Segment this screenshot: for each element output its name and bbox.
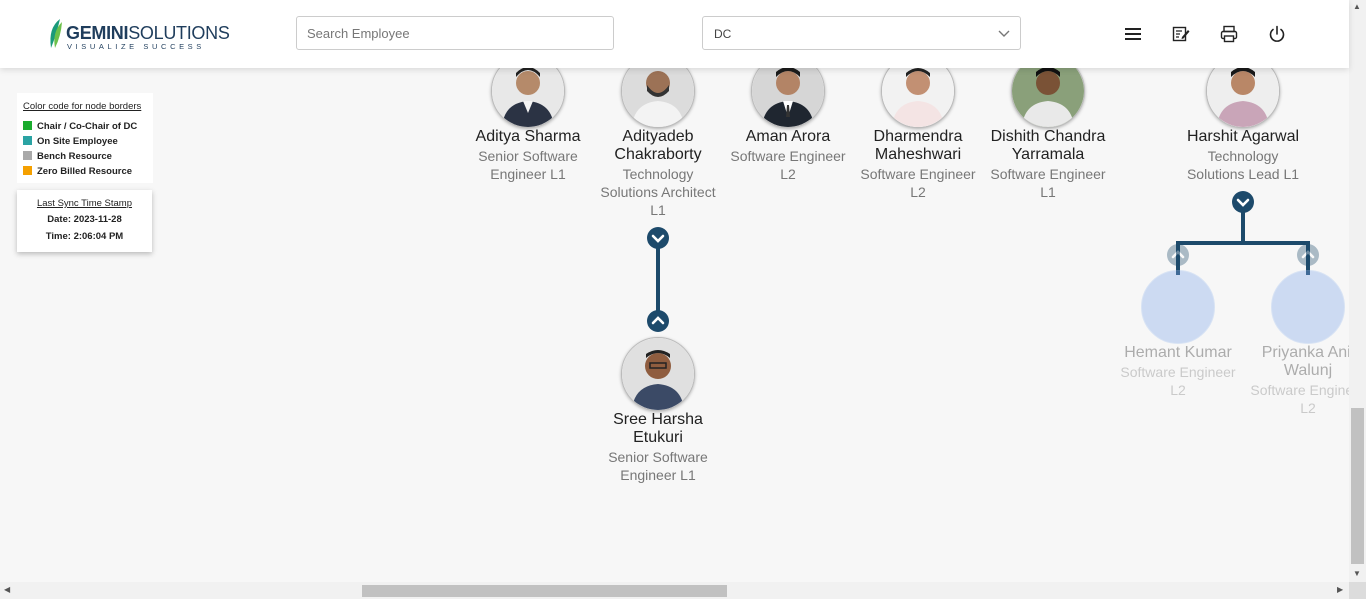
employee-node[interactable]: Sree Harsha Etukuri Senior Software Engi…	[594, 337, 722, 484]
sync-time: Time: 2:06:04 PM	[45, 231, 124, 242]
employee-avatar-placeholder	[1271, 270, 1345, 344]
scroll-down-arrow-icon[interactable]: ▼	[1353, 570, 1361, 578]
employee-avatar	[621, 337, 695, 411]
employee-role: Software Engineer L2	[1120, 364, 1236, 398]
employee-avatar-placeholder	[1141, 270, 1215, 344]
scroll-left-arrow-icon[interactable]: ◀	[4, 586, 10, 594]
sync-timestamp-card: Last Sync Time Stamp Date: 2023-11-28 Ti…	[17, 190, 152, 252]
legend-swatch	[23, 166, 32, 175]
employee-role: Software Engineer L2	[860, 166, 976, 200]
employee-node[interactable]: Aman Arora Software Engineer L2	[724, 54, 852, 183]
employee-role: Software Engineer L1	[990, 166, 1106, 200]
dc-select[interactable]: DC	[702, 16, 1021, 50]
print-icon[interactable]	[1219, 24, 1239, 44]
top-header: GEMINISOLUTIONS VISUALIZE SUCCESS DC	[0, 0, 1349, 68]
employee-role: Senior Software Engineer L1	[608, 449, 708, 483]
search-employee-input[interactable]	[296, 16, 614, 50]
employee-node[interactable]: Aditya Sharma Senior Software Engineer L…	[464, 54, 592, 183]
chevron-up-icon	[1171, 250, 1185, 259]
employee-role: Software Engineer L2	[730, 148, 846, 182]
collapse-toggle[interactable]	[1232, 191, 1254, 213]
power-icon[interactable]	[1267, 24, 1287, 44]
legend-item-onsite: On Site Employee	[23, 136, 118, 147]
chevron-up-icon	[1301, 250, 1315, 259]
vertical-scroll-thumb[interactable]	[1351, 408, 1364, 564]
menu-icon[interactable]	[1123, 24, 1143, 44]
chevron-down-icon	[1236, 198, 1250, 207]
legend-item-bench: Bench Resource	[23, 151, 112, 162]
employee-role: Senior Software Engineer L1	[478, 148, 578, 182]
connector-harshit-down	[1241, 210, 1245, 243]
legend-swatch	[23, 136, 32, 145]
scroll-up-arrow-icon[interactable]: ▲	[1353, 3, 1361, 11]
employee-name: Priyanka Anil Walunj	[1261, 344, 1355, 379]
expand-parent-toggle[interactable]	[1167, 244, 1189, 266]
scrollbar-corner	[1349, 582, 1366, 599]
employee-node[interactable]: Dharmendra Maheshwari Software Engineer …	[854, 54, 982, 201]
notes-icon[interactable]	[1171, 24, 1191, 44]
leaf-logo-icon	[50, 19, 62, 48]
legend-title: Color code for node borders	[23, 101, 142, 112]
horizontal-scrollbar[interactable]: ◀ ▶	[0, 582, 1349, 599]
employee-name: Dharmendra Maheshwari	[873, 128, 963, 163]
sync-title: Last Sync Time Stamp	[36, 198, 133, 209]
legend-item-zero-billed: Zero Billed Resource	[23, 166, 132, 177]
expand-parent-toggle[interactable]	[647, 310, 669, 332]
employee-role: Technology Solutions Lead L1	[1186, 148, 1300, 182]
employee-name: Aman Arora	[745, 128, 831, 145]
employee-role: Software Engineer L2	[1250, 382, 1366, 416]
color-legend: Color code for node borders Chair / Co-C…	[17, 93, 153, 183]
vertical-scrollbar[interactable]: ▲ ▼	[1349, 0, 1366, 582]
legend-item-chair: Chair / Co-Chair of DC	[23, 121, 137, 132]
collapse-toggle[interactable]	[647, 227, 669, 249]
scroll-right-arrow-icon[interactable]: ▶	[1337, 586, 1343, 594]
employee-role: Technology Solutions Architect L1	[600, 166, 716, 218]
employee-node[interactable]: Hemant Kumar Software Engineer L2	[1114, 270, 1242, 399]
employee-name: Dishith Chandra Yarramala	[990, 128, 1106, 163]
expand-parent-toggle[interactable]	[1297, 244, 1319, 266]
chevron-up-icon	[651, 316, 665, 325]
employee-name: Harshit Agarwal	[1186, 128, 1300, 145]
chevron-down-icon	[651, 234, 665, 243]
employee-node[interactable]: Adityadeb Chakraborty Technology Solutio…	[594, 54, 722, 219]
sync-date: Date: 2023-11-28	[47, 214, 122, 225]
connector-harshit-horizontal	[1176, 241, 1310, 245]
chevron-down-icon	[998, 30, 1010, 37]
employee-node[interactable]: Dishith Chandra Yarramala Software Engin…	[984, 54, 1112, 201]
employee-name: Aditya Sharma	[475, 128, 581, 145]
legend-swatch	[23, 151, 32, 160]
employee-node[interactable]: Harshit Agarwal Technology Solutions Lea…	[1179, 54, 1307, 183]
dc-select-value: DC	[714, 27, 732, 41]
employee-name: Hemant Kumar	[1124, 344, 1232, 361]
employee-node[interactable]: Priyanka Anil Walunj Software Engineer L…	[1244, 270, 1366, 417]
employee-name: Adityadeb Chakraborty	[614, 128, 702, 163]
company-logo[interactable]: GEMINISOLUTIONS VISUALIZE SUCCESS	[46, 16, 230, 52]
connector-adityadeb-sree	[656, 245, 660, 315]
employee-name: Sree Harsha Etukuri	[613, 411, 703, 446]
legend-swatch	[23, 121, 32, 130]
horizontal-scroll-thumb[interactable]	[362, 585, 727, 597]
